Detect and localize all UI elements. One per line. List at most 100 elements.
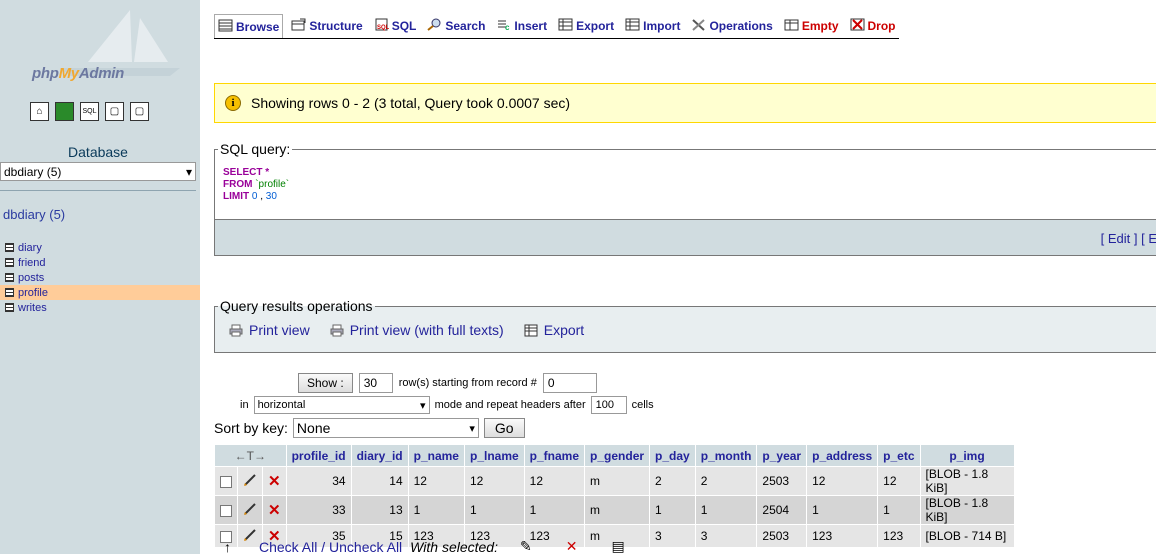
delete-icon[interactable]: ✕ xyxy=(268,502,281,519)
show-button[interactable]: Show : xyxy=(298,373,353,393)
sidebar-item-friend[interactable]: friend xyxy=(0,255,200,270)
tab-empty[interactable]: Empty xyxy=(781,14,842,38)
sidebar-item-posts[interactable]: posts xyxy=(0,270,200,285)
cell-p_gender: m xyxy=(585,467,650,495)
column-header-p_fname[interactable]: p_fname xyxy=(524,445,585,466)
table-row: ✕ 33 13 1 1 1 m 1 1 2504 1 1 [BLOB - 1.8 KiB] xyxy=(215,496,1014,524)
mode-select[interactable]: horizontal ▾ xyxy=(253,396,430,414)
logo-text: phpMyAdmin xyxy=(32,65,125,82)
column-header-p_name[interactable]: p_name xyxy=(408,445,464,466)
display-mode-form: in horizontal ▾ mode and repeat headers … xyxy=(240,396,654,414)
bottom-actions: ↑ Check All / Uncheck All With selected:… xyxy=(224,538,625,555)
database-select[interactable]: dbdiary (5) ▾ xyxy=(0,162,196,181)
logo[interactable]: phpMyAdmin xyxy=(0,0,200,95)
edit-selected-icon[interactable]: ✎ xyxy=(520,538,532,555)
column-header-p_address[interactable]: p_address xyxy=(807,445,878,466)
cell-p_img[interactable]: [BLOB - 1.8 KiB] xyxy=(920,467,1014,495)
sidebar-item-label: diary xyxy=(18,241,42,254)
tab-import[interactable]: Import xyxy=(622,14,683,38)
column-header-p_lname[interactable]: p_lname xyxy=(464,445,524,466)
sidebar-item-profile[interactable]: profile xyxy=(0,285,200,300)
row-checkbox[interactable] xyxy=(220,475,232,488)
sort-select[interactable]: None ▾ xyxy=(292,418,479,438)
column-header-p_day[interactable]: p_day xyxy=(650,445,695,466)
tab-sql[interactable]: SQL SQL xyxy=(371,14,420,38)
sql-code: SELECT * FROM `profile` LIMIT 0 , 30 xyxy=(223,167,290,202)
column-header-p_gender[interactable]: p_gender xyxy=(585,445,650,466)
tab-structure[interactable]: Structure xyxy=(288,14,365,38)
sql-icon[interactable]: SQL xyxy=(80,102,99,121)
tab-label: Import xyxy=(643,19,681,33)
export-icon xyxy=(524,324,538,336)
delete-selected-icon[interactable]: ✕ xyxy=(566,538,578,555)
sidebar-item-writes[interactable]: writes xyxy=(0,300,200,315)
column-header-p_etc[interactable]: p_etc xyxy=(878,445,920,466)
cell-diary_id: 13 xyxy=(351,496,408,524)
sidebar-item-diary[interactable]: diary xyxy=(0,240,200,255)
cell-p_fname: 12 xyxy=(524,467,585,495)
sidebar-item-label: profile xyxy=(18,286,48,299)
sql-query-legend: SQL query: xyxy=(220,141,291,157)
pencil-icon[interactable] xyxy=(243,502,257,516)
tab-search[interactable]: Search xyxy=(424,14,488,38)
column-header-diary_id[interactable]: diary_id xyxy=(351,445,408,466)
home-icon[interactable]: ⌂ xyxy=(30,102,49,121)
edit-links[interactable]: [ Edit ] [ E xyxy=(1101,231,1156,246)
export-selected-icon[interactable]: ▤ xyxy=(611,538,624,555)
print-view-link[interactable]: Print view xyxy=(229,322,310,338)
repeat-headers-input[interactable]: 100 xyxy=(590,396,627,414)
chevron-down-icon: ▾ xyxy=(420,399,426,412)
tab-drop[interactable]: Drop xyxy=(847,14,899,38)
cell-p_img[interactable]: [BLOB - 1.8 KiB] xyxy=(920,496,1014,524)
cell-p_month: 1 xyxy=(695,496,757,524)
column-arrows[interactable]: ←T→ xyxy=(215,445,286,466)
cell-p_img[interactable]: [BLOB - 714 B] xyxy=(920,525,1014,547)
export-link[interactable]: Export xyxy=(524,322,584,338)
tab-export[interactable]: Export xyxy=(555,14,617,38)
cell-p_etc: 12 xyxy=(878,467,920,495)
cell-p_address: 123 xyxy=(807,525,878,547)
mode-text: mode and repeat headers after xyxy=(434,399,586,411)
column-header-p_month[interactable]: p_month xyxy=(695,445,757,466)
empty-icon xyxy=(784,18,799,34)
check-all-link[interactable]: Check All / Uncheck All xyxy=(259,539,402,555)
notice-text: Showing rows 0 - 2 (3 total, Query took … xyxy=(251,95,571,111)
tab-operations[interactable]: Operations xyxy=(688,14,775,38)
go-button[interactable]: Go xyxy=(483,418,525,438)
printer-icon xyxy=(229,324,243,336)
print-view-full-link[interactable]: Print view (with full texts) xyxy=(330,322,504,338)
tab-browse[interactable]: Browse xyxy=(214,14,284,38)
table-icon xyxy=(5,273,14,282)
column-header-p_year[interactable]: p_year xyxy=(757,445,807,466)
tab-bar: Browse Structure SQL SQL Search c Insert Export… xyxy=(214,14,899,39)
tab-label: Structure xyxy=(309,19,363,33)
column-header-p_img[interactable]: p_img xyxy=(920,445,1014,466)
cell-p_month: 3 xyxy=(695,525,757,547)
row-checkbox[interactable] xyxy=(220,504,232,517)
browse-icon xyxy=(218,19,233,35)
row-edit-cell xyxy=(238,496,262,524)
query-results-legend: Query results operations xyxy=(220,298,373,314)
docs-icon-2[interactable]: ▢ xyxy=(130,102,149,121)
tab-insert[interactable]: c Insert xyxy=(493,14,550,38)
pencil-icon[interactable] xyxy=(243,473,257,487)
column-header-profile_id[interactable]: profile_id xyxy=(286,445,351,466)
table-list: diary friend posts profile writes xyxy=(0,240,200,315)
cell-p_day: 2 xyxy=(650,467,695,495)
sort-by-key: Sort by key: None ▾ Go xyxy=(214,418,525,438)
export-icon xyxy=(558,18,573,34)
rows-input[interactable]: 30 xyxy=(358,373,393,393)
delete-icon[interactable]: ✕ xyxy=(268,473,281,490)
docs-icon[interactable]: ▢ xyxy=(105,102,124,121)
quick-icons: ⌂ SQL ▢ ▢ xyxy=(30,102,149,121)
chevron-down-icon: ▾ xyxy=(185,164,192,179)
divider xyxy=(0,190,196,191)
database-name-link[interactable]: dbdiary (5) xyxy=(3,207,65,222)
sidebar-item-label: writes xyxy=(18,301,47,314)
row-delete-cell: ✕ xyxy=(263,496,286,524)
database-icon[interactable] xyxy=(55,102,74,121)
start-record-input[interactable]: 0 xyxy=(542,373,597,393)
cell-profile_id: 34 xyxy=(286,467,351,495)
results-table: ←T→ profile_id diary_id p_name p_lname p_fnam… xyxy=(214,444,1015,548)
tab-label: Export xyxy=(576,19,615,33)
